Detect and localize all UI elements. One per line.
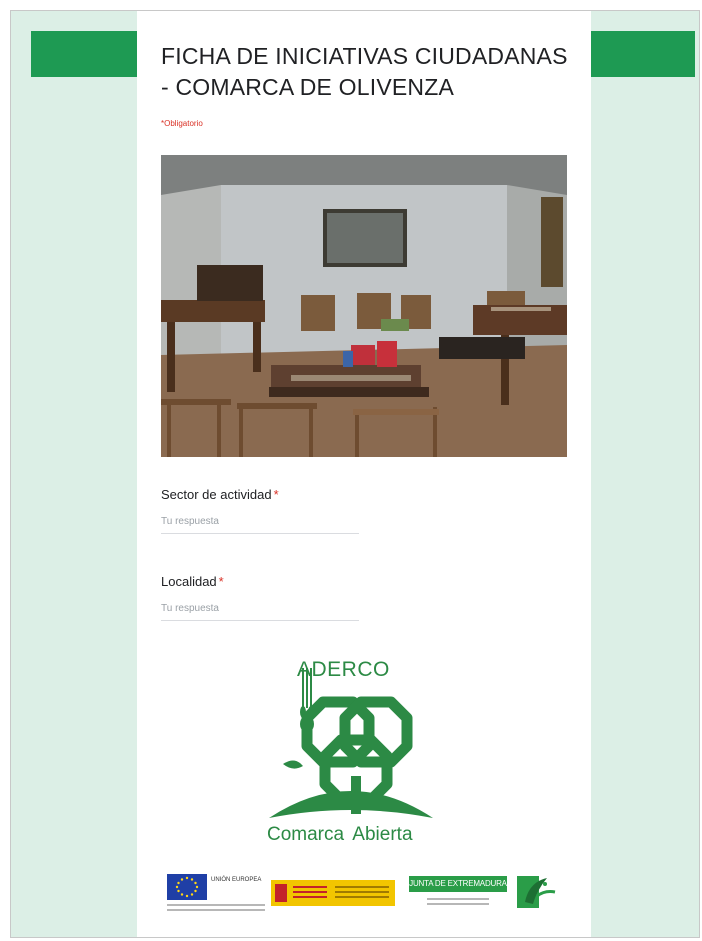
eu-logo: UNIÓN EUROPEA xyxy=(167,874,265,916)
form-card: FICHA DE INICIATIVAS CIUDADANAS - COMARC… xyxy=(137,11,591,937)
sector-de-actividad-input[interactable] xyxy=(161,516,359,534)
aderco-logo: ADERCO Comarca Abierta xyxy=(251,656,451,851)
leader-logo xyxy=(515,872,559,912)
gobierno-de-espana-logo xyxy=(271,880,395,906)
spain-crest-icon xyxy=(275,884,287,902)
header-image xyxy=(161,155,567,457)
question-sector-de-actividad: Sector de actividad * xyxy=(161,487,359,534)
header-band-left xyxy=(31,31,137,77)
header-band-right xyxy=(591,31,695,77)
eu-label: UNIÓN EUROPEA xyxy=(211,877,262,883)
question-localidad: Localidad * xyxy=(161,574,359,621)
required-note: *Obligatorio xyxy=(161,119,203,128)
question-label: Sector de actividad xyxy=(161,487,272,502)
question-label: Localidad xyxy=(161,574,217,589)
required-asterisk: * xyxy=(218,574,224,589)
junta-de-extremadura-logo: JUNTA DE EXTREMADURA xyxy=(409,876,507,916)
logo-title: ADERCO xyxy=(297,658,390,681)
eu-flag-icon xyxy=(167,874,207,900)
localidad-input[interactable] xyxy=(161,603,359,621)
required-asterisk: * xyxy=(273,487,279,502)
sponsor-logos: UNIÓN EUROPEA JUNTA DE EXTREMADURA xyxy=(161,866,567,918)
page-frame: FICHA DE INICIATIVAS CIUDADANAS - COMARC… xyxy=(10,10,700,938)
logo-tagline: Comarca Abierta xyxy=(267,824,413,845)
junta-label: JUNTA DE EXTREMADURA xyxy=(409,876,507,892)
form-title: FICHA DE INICIATIVAS CIUDADANAS - COMARC… xyxy=(161,43,568,100)
